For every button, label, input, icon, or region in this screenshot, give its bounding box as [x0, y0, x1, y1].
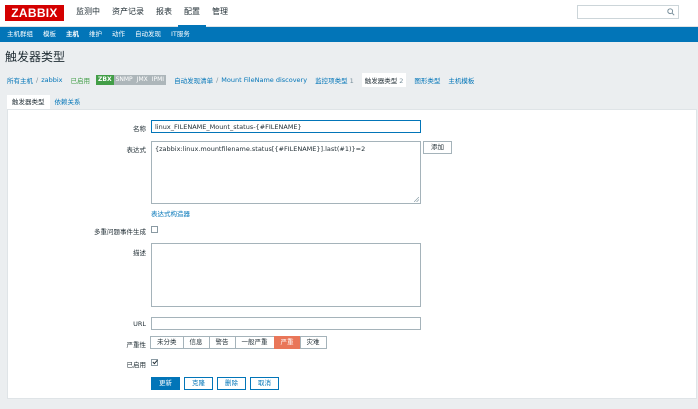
sub-menu-hosts[interactable]: 主机 [61, 27, 84, 42]
zabbix-logo[interactable]: ZABBIX [5, 5, 64, 21]
breadcrumb-discovery-rule[interactable]: Mount FileName discovery [221, 76, 307, 84]
resize-grip-icon[interactable] [414, 197, 419, 202]
severity-not-classified[interactable]: 未分类 [150, 336, 184, 349]
form-tabs: 触发器类型 依赖关系 [7, 95, 86, 109]
update-button[interactable]: 更新 [151, 377, 180, 390]
severity-high[interactable]: 严重 [273, 336, 301, 349]
item-prototypes-label: 监控项类型 [315, 76, 348, 85]
url-label: URL [133, 320, 146, 328]
item-prototypes-count: 1 [349, 76, 354, 85]
breadcrumb-separator: / [36, 75, 39, 84]
sub-menu-it-services[interactable]: IT服务 [166, 27, 195, 42]
sub-menu-maintenance[interactable]: 维护 [84, 27, 107, 42]
breadcrumb-host-prototypes[interactable]: 主机模板 [448, 75, 474, 85]
sub-menu-discovery[interactable]: 自动发现 [130, 27, 166, 42]
badge-ipmi: IPMI [149, 74, 167, 85]
cancel-button[interactable]: 取消 [250, 377, 279, 390]
top-menu-reports[interactable]: 报表 [150, 0, 178, 27]
breadcrumb-all-hosts[interactable]: 所有主机 [7, 75, 33, 85]
breadcrumb-item-prototypes[interactable]: 监控项类型 1 [315, 75, 354, 85]
multiple-events-label: 多重问题事件生成 [94, 228, 146, 236]
form-panel: 名称 linux_FILENAME_Mount_status-{#FILENAM… [7, 109, 697, 399]
host-status[interactable]: 已启用 [71, 75, 91, 85]
expression-builder-link[interactable]: 表达式构造器 [151, 208, 190, 218]
add-expression-button[interactable]: 添加 [423, 141, 452, 154]
expression-textarea[interactable]: {zabbix:linux.mountfilename.status[{#FIL… [151, 141, 421, 204]
sub-menu: 主机群组 模板 主机 维护 动作 自动发现 IT服务 [0, 27, 698, 42]
top-bar: ZABBIX 监测中 资产记录 报表 配置 管理 [0, 0, 698, 27]
tab-dependencies[interactable]: 依赖关系 [50, 95, 86, 109]
enabled-label: 已启用 [126, 361, 147, 369]
expression-label: 表达式 [126, 146, 147, 154]
search-icon[interactable] [667, 8, 675, 16]
badge-jmx: JMX [134, 74, 150, 85]
severity-information[interactable]: 信息 [182, 336, 210, 349]
badge-snmp: SNMP [113, 74, 135, 85]
trigger-prototypes-count: 2 [399, 76, 404, 85]
clone-button[interactable]: 克隆 [184, 377, 213, 390]
severity-warning[interactable]: 警告 [208, 336, 236, 349]
top-menu-configuration[interactable]: 配置 [178, 0, 206, 27]
enabled-checkbox[interactable] [151, 359, 158, 366]
sub-menu-templates[interactable]: 模板 [38, 27, 61, 42]
tab-trigger-prototype[interactable]: 触发器类型 [7, 95, 50, 109]
description-textarea[interactable] [151, 243, 421, 307]
breadcrumb-host[interactable]: zabbix [41, 76, 62, 84]
sub-menu-host-groups[interactable]: 主机群组 [2, 27, 38, 42]
search-input[interactable] [577, 5, 679, 19]
delete-button[interactable]: 删除 [217, 377, 246, 390]
breadcrumb-trigger-prototypes[interactable]: 触发器类型 2 [361, 72, 407, 87]
severity-average[interactable]: 一般严重 [234, 336, 275, 349]
description-label: 描述 [133, 249, 146, 257]
breadcrumb: 所有主机 / zabbix 已启用 ZBX SNMP JMX IPMI 自动发现… [7, 72, 697, 87]
badge-zbx: ZBX [96, 74, 114, 85]
top-menu-monitoring[interactable]: 监测中 [70, 0, 106, 27]
trigger-prototypes-label: 触发器类型 [364, 76, 398, 85]
severity-selector: 未分类 信息 警告 一般严重 严重 灾难 [150, 336, 327, 349]
checkmark-icon [152, 359, 158, 365]
availability-badges: ZBX SNMP JMX IPMI [96, 74, 167, 85]
top-menu-inventory[interactable]: 资产记录 [106, 0, 150, 27]
top-menu-administration[interactable]: 管理 [206, 0, 234, 27]
expression-value: {zabbix:linux.mountfilename.status[{#FIL… [155, 145, 366, 153]
breadcrumb-discovery-list[interactable]: 自动发现清单 [174, 75, 213, 85]
form-actions: 更新 克隆 删除 取消 [151, 377, 283, 390]
url-input[interactable] [151, 317, 421, 330]
breadcrumb-separator: / [216, 75, 219, 84]
multiple-events-checkbox[interactable] [151, 226, 158, 233]
breadcrumb-graph-prototypes[interactable]: 图形类型 [414, 75, 440, 85]
name-input[interactable]: linux_FILENAME_Mount_status-{#FILENAME} [151, 120, 421, 133]
top-menu: 监测中 资产记录 报表 配置 管理 [70, 0, 234, 27]
severity-label: 严重性 [126, 341, 147, 349]
severity-disaster[interactable]: 灾难 [299, 336, 327, 349]
page-title: 触发器类型 [5, 50, 66, 64]
sub-menu-actions[interactable]: 动作 [107, 27, 130, 42]
name-label: 名称 [133, 125, 146, 133]
